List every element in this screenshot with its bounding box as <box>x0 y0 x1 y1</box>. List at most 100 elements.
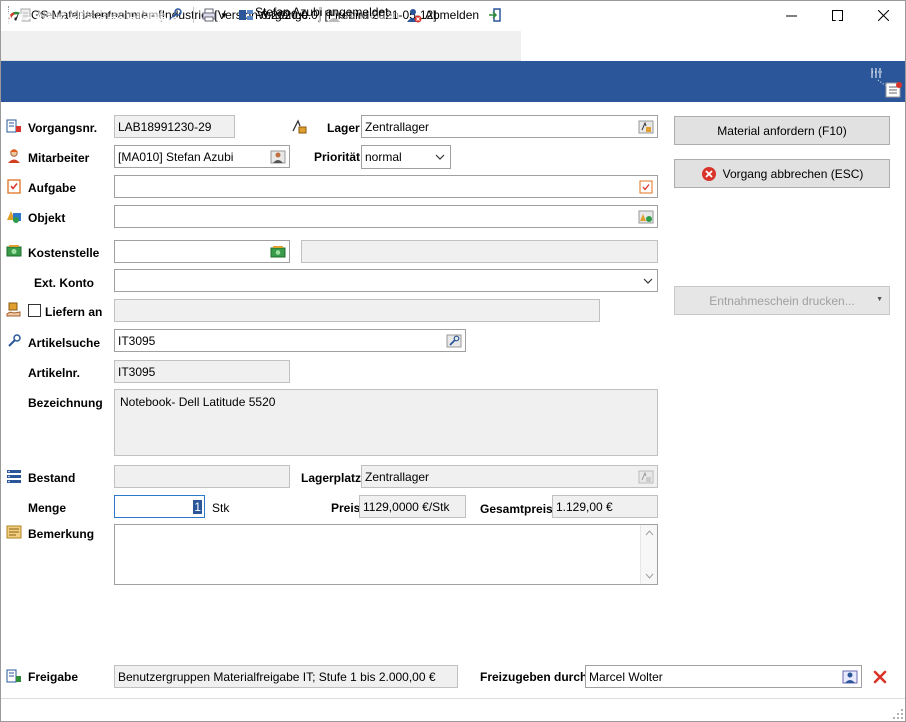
page-header <box>1 61 905 102</box>
print-icon <box>201 7 217 23</box>
mitarbeiter-label: Mitarbeiter <box>28 151 90 165</box>
objekt-icon <box>6 208 22 224</box>
extkonto-chevron-down-icon <box>643 275 653 289</box>
freizugeben-label: Freizugeben durch <box>480 670 588 684</box>
menge-unit: Stk <box>212 501 230 515</box>
gesamtpreis-field: 1.129,00 € <box>552 495 658 518</box>
kostenstelle-description-field <box>301 240 658 263</box>
objekt-label: Objekt <box>28 211 66 225</box>
mitarbeiter-field[interactable]: [MA010] Stefan Azubi <box>114 145 290 168</box>
lager-icon <box>291 118 307 134</box>
freizugeben-value: Marcel Wolter <box>589 670 663 684</box>
artikelnr-field: IT3095 <box>114 360 290 383</box>
artikelsuche-button[interactable] <box>445 332 463 349</box>
extkonto-label: Ext. Konto <box>34 276 94 290</box>
kostenstelle-field[interactable] <box>114 240 290 263</box>
mitarbeiter-value: [MA010] Stefan Azubi <box>118 150 234 164</box>
clear-x-icon <box>873 670 887 684</box>
freigabe-field: Benutzergruppen Materialfreigabe IT; Stu… <box>114 665 458 688</box>
bezeichnung-label: Bezeichnung <box>28 396 103 410</box>
abmelden-button[interactable]: Abmelden <box>406 6 479 24</box>
lager-label: Lager <box>327 121 360 135</box>
freizugeben-field[interactable]: Marcel Wolter <box>585 665 862 688</box>
prioritaet-label: Priorität <box>314 150 361 164</box>
objekt-field[interactable] <box>114 205 658 228</box>
vorgangsnr-field: LAB18991230-29 <box>114 115 235 138</box>
lager-field[interactable]: Zentrallager <box>361 115 658 138</box>
objekt-lookup-button[interactable] <box>637 208 655 225</box>
lager-value: Zentrallager <box>365 120 430 134</box>
artikelnr-label: Artikelnr. <box>28 366 81 380</box>
vorgang-icon <box>6 118 22 134</box>
prioritaet-value: normal <box>365 150 402 164</box>
menge-value: 1 <box>193 500 202 514</box>
bestand-field <box>114 465 290 488</box>
extkonto-select[interactable] <box>114 269 658 292</box>
header-date: Dienstag, 25. Mai 2021 KW 21 <box>708 14 871 28</box>
print-dropdown-button[interactable]: ▼ <box>201 6 228 24</box>
lagerplatz-value: Zentrallager <box>365 470 430 484</box>
liefern-checkbox[interactable] <box>28 304 41 317</box>
mitarbeiter-lookup-button[interactable] <box>269 148 287 165</box>
bezeichnung-field: Notebook- Dell Latitude 5520 <box>114 389 658 456</box>
aufgabe-icon <box>6 178 22 194</box>
artikelsuche-label: Artikelsuche <box>28 336 101 350</box>
user-logout-icon <box>406 7 422 23</box>
material-anfordern-label: Material anfordern (F10) <box>717 123 847 138</box>
bemerkung-scrollbar[interactable] <box>640 525 657 584</box>
prioritaet-chevron-down-icon <box>435 151 445 165</box>
drucken-dropdown-arrow-icon[interactable]: ▼ <box>876 296 883 303</box>
resize-grip-icon[interactable] <box>890 706 904 720</box>
kostenstelle-label: Kostenstelle <box>28 246 100 260</box>
liefern-icon <box>6 302 22 318</box>
lagerplatz-label: Lagerplatz <box>301 471 362 485</box>
kostenstelle-lookup-button[interactable] <box>269 243 287 260</box>
bestand-icon <box>6 468 22 484</box>
bemerkung-label: Bemerkung <box>28 527 95 541</box>
vorgaenge-icon <box>238 7 254 23</box>
vorgang-abbrechen-button[interactable]: Vorgang abbrechen (ESC) <box>674 159 890 188</box>
exit-button[interactable] <box>487 6 503 24</box>
mitarbeiter-icon <box>6 148 22 164</box>
lager-lookup-button[interactable] <box>637 118 655 135</box>
aufgabe-label: Aufgabe <box>28 181 76 195</box>
bemerkung-textarea[interactable] <box>114 524 658 585</box>
freigabe-label: Freigabe <box>28 670 79 684</box>
lagerplatz-lookup-button[interactable] <box>637 468 655 485</box>
toolbar <box>1 31 521 61</box>
prioritaet-select[interactable]: normal <box>361 145 451 169</box>
toolbar-separator <box>193 7 194 23</box>
material-anfordern-button[interactable]: Material anfordern (F10) <box>674 116 890 145</box>
status-bar <box>1 698 905 721</box>
entnahmeschein-drucken-button[interactable]: Entnahmeschein drucken... ▼ <box>674 286 890 315</box>
header-logo-icon <box>868 66 902 98</box>
vorgang-abbrechen-label: Vorgang abbrechen (ESC) <box>722 166 864 181</box>
menge-input[interactable]: 1 <box>114 495 205 518</box>
artikelsuche-value: IT3095 <box>118 334 156 348</box>
liefern-field <box>114 299 600 322</box>
kostenstelle-icon <box>6 243 22 259</box>
menge-label: Menge <box>28 501 67 515</box>
vorgangsnr-label: Vorgangsnr. <box>28 121 98 135</box>
status-text: Stefan Azubi angemeldet <box>255 5 389 19</box>
dropdown-arrow-icon: ▼ <box>220 10 228 20</box>
freigabe-icon <box>6 668 22 684</box>
artikelsuche-icon <box>6 333 22 349</box>
page-title: Materialentnahme <box>5 9 182 34</box>
aufgabe-field[interactable] <box>114 175 658 198</box>
exit-door-icon <box>487 7 503 23</box>
entnahmeschein-drucken-label: Entnahmeschein drucken... <box>709 293 855 308</box>
lagerplatz-field: Zentrallager <box>361 465 658 488</box>
artikelsuche-input[interactable]: IT3095 <box>114 329 466 352</box>
abmelden-label: Abmelden <box>425 8 480 22</box>
aufgabe-lookup-button[interactable] <box>637 178 655 195</box>
gesamtpreis-label: Gesamtpreis <box>480 502 553 516</box>
bemerkung-icon <box>6 524 22 540</box>
preis-label: Preis <box>331 501 361 515</box>
preis-field: 1129,0000 €/Stk <box>359 495 466 518</box>
liefern-label: Liefern an <box>45 305 103 319</box>
clear-freigabe-button[interactable] <box>872 669 888 685</box>
freizugeben-lookup-button[interactable] <box>841 668 859 685</box>
cancel-icon <box>701 166 717 182</box>
bestand-label: Bestand <box>28 471 76 485</box>
